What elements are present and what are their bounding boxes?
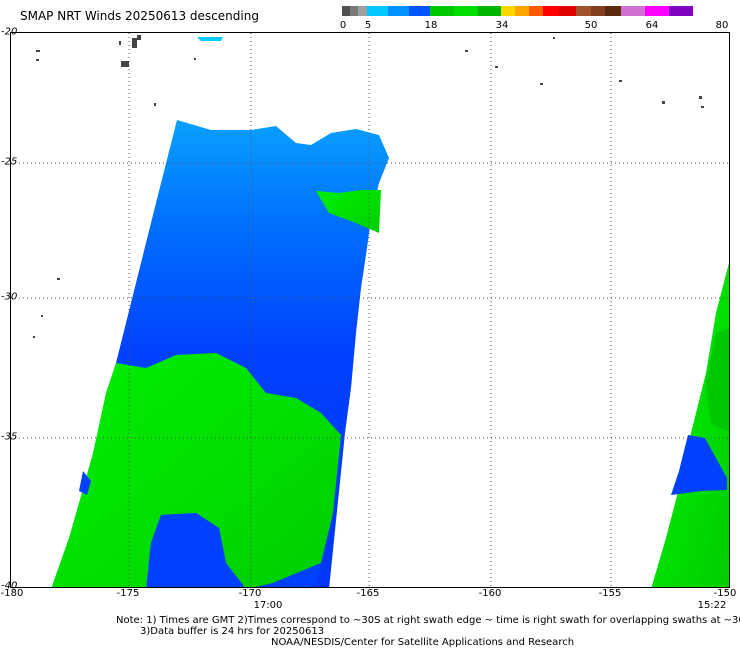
longitude-label: -165 xyxy=(356,588,380,599)
colorbar-segment xyxy=(388,6,409,16)
latitude-label: -35 xyxy=(1,431,18,443)
island-marker xyxy=(33,336,35,338)
colorbar-segment xyxy=(529,6,543,16)
longitude-label: -170 xyxy=(238,588,262,599)
colorbar-segment xyxy=(576,6,591,16)
colorbar-segment xyxy=(501,6,515,16)
credit-line: NOAA/NESDIS/Center for Satellite Applica… xyxy=(271,637,575,648)
colorbar-tick-label: 18 xyxy=(424,20,438,31)
footnote-line: 3)Data buffer is 24 hrs for 20250613 xyxy=(140,626,325,637)
colorbar-tick-label: 64 xyxy=(645,20,659,31)
island-marker xyxy=(699,96,702,99)
colorbar-segment xyxy=(358,6,367,16)
colorbar-segment xyxy=(645,6,669,16)
colorbar-segment xyxy=(591,6,605,16)
island-marker xyxy=(137,35,141,40)
island-marker xyxy=(495,66,498,68)
longitude-label: -150 xyxy=(713,588,737,599)
left-swath xyxy=(51,37,389,587)
latitude-label: -20 xyxy=(1,26,18,38)
wind-region-light-blue xyxy=(197,37,223,41)
island-marker xyxy=(119,41,121,45)
colorbar-segment xyxy=(342,6,350,16)
island-marker xyxy=(553,37,555,39)
footnote-line: Note: 1) Times are GMT 2)Times correspon… xyxy=(116,615,740,626)
colorbar-segment xyxy=(409,6,430,16)
island-marker xyxy=(194,58,196,60)
swath-time-label: 17:00 xyxy=(253,600,283,611)
map-title: SMAP NRT Winds 20250613 descending xyxy=(20,9,259,23)
colorbar-segment xyxy=(350,6,358,16)
island-marker xyxy=(540,83,543,85)
wind-speed-colorbar xyxy=(342,6,730,16)
colorbar-segment xyxy=(515,6,529,16)
island-marker xyxy=(465,50,468,52)
longitude-label: -175 xyxy=(116,588,140,599)
island-marker xyxy=(701,106,704,108)
latitude-label: -25 xyxy=(1,156,18,168)
colorbar-segment xyxy=(367,6,388,16)
colorbar-segment xyxy=(559,6,576,16)
longitude-label: -155 xyxy=(598,588,622,599)
colorbar-segment xyxy=(669,6,693,16)
island-marker xyxy=(619,80,622,82)
island-marker xyxy=(662,101,665,104)
island-marker xyxy=(57,278,60,280)
colorbar-segment xyxy=(543,6,559,16)
latitude-label: -30 xyxy=(1,291,18,303)
colorbar-segment xyxy=(430,6,454,16)
longitude-label: -160 xyxy=(478,588,502,599)
right-swath xyxy=(651,263,729,587)
swath-time-label: 15:22 xyxy=(697,600,727,611)
colorbar-segment xyxy=(605,6,621,16)
colorbar-segment xyxy=(454,6,478,16)
colorbar-tick-label: 34 xyxy=(495,20,509,31)
island-marker xyxy=(41,315,43,317)
colorbar-segment xyxy=(478,6,501,16)
longitude-label: -180 xyxy=(0,588,24,599)
island-marker xyxy=(121,61,129,67)
colorbar-tick-label: 50 xyxy=(584,20,598,31)
colorbar-tick-label: 80 xyxy=(715,20,729,31)
colorbar-tick-label: 5 xyxy=(364,20,372,31)
island-marker xyxy=(36,59,39,61)
island-marker xyxy=(154,103,156,106)
colorbar-tick-label: 0 xyxy=(339,20,347,31)
island-marker xyxy=(132,38,137,48)
island-marker xyxy=(36,50,40,52)
wind-map-panel xyxy=(10,32,730,588)
wind-map-canvas xyxy=(11,33,729,587)
colorbar-segment xyxy=(621,6,645,16)
